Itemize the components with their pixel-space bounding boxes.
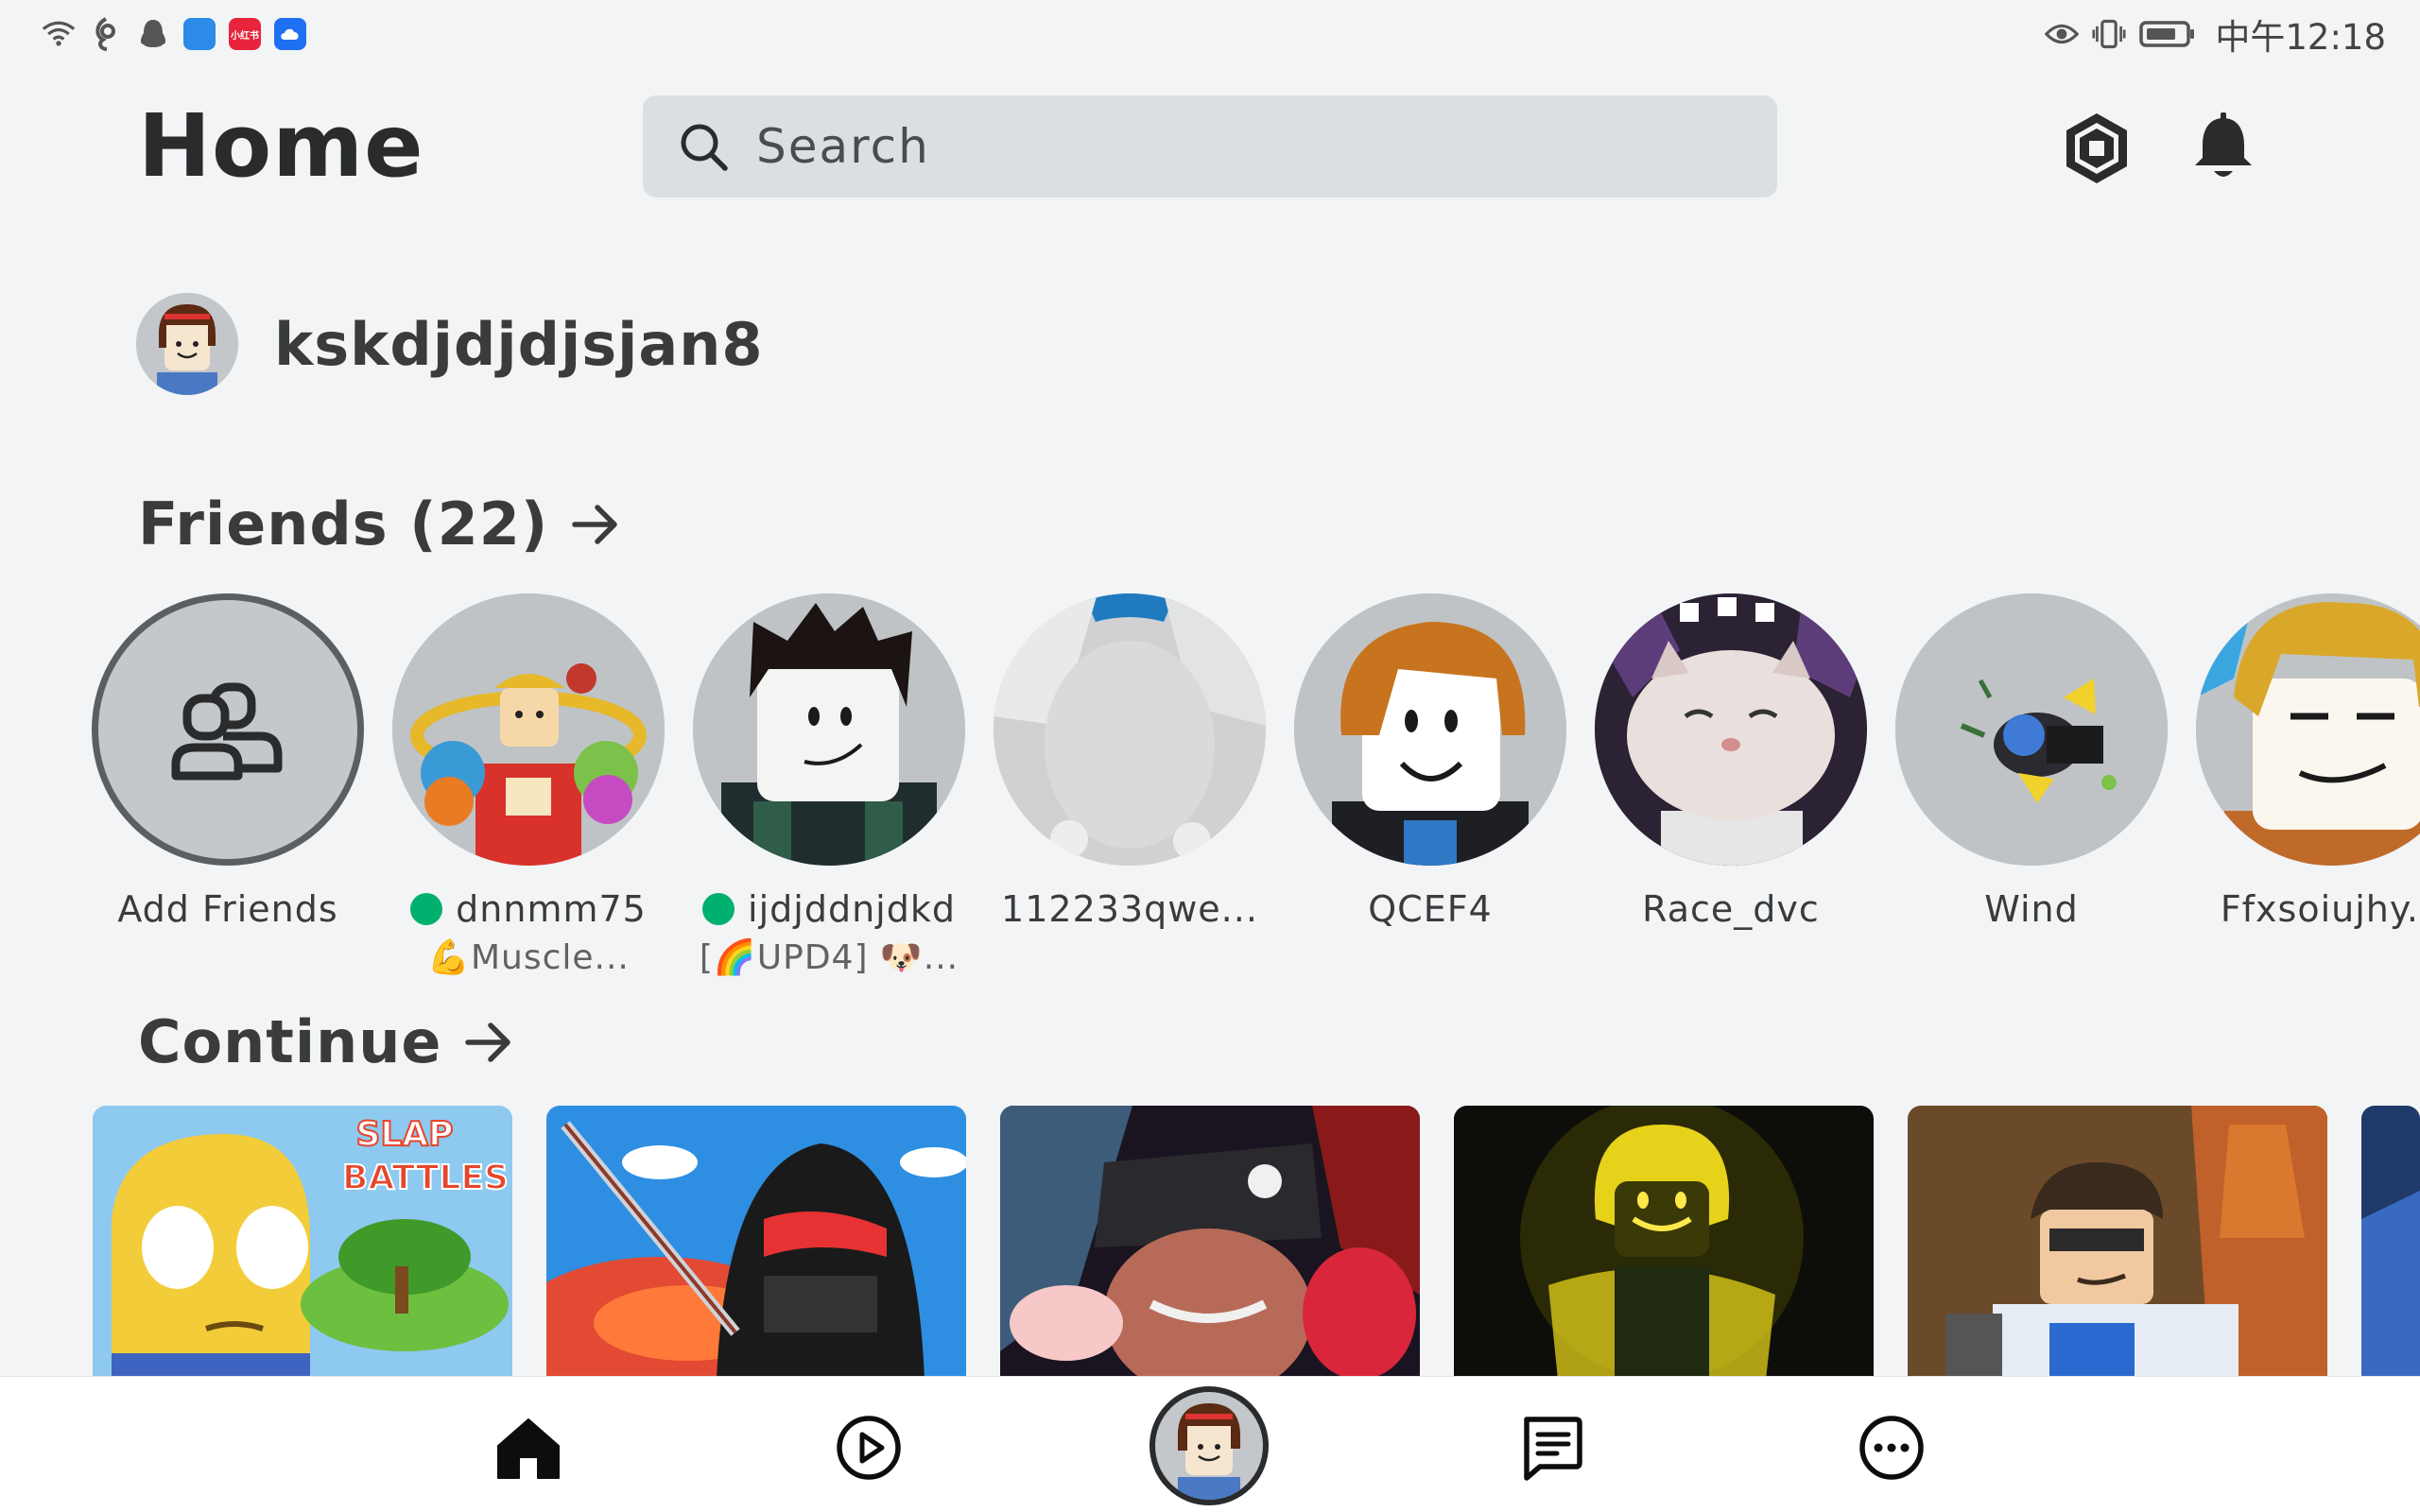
friends-header[interactable]: Friends (22) <box>138 490 622 558</box>
home-icon <box>497 1418 560 1479</box>
game-tile[interactable] <box>2361 1106 2420 1380</box>
app-icon-blue <box>183 18 216 50</box>
page-title: Home <box>138 95 424 197</box>
nav-discover[interactable] <box>817 1396 921 1500</box>
online-indicator <box>410 893 443 925</box>
friend-item[interactable]: 112233qwe... <box>993 593 1267 930</box>
game-tile[interactable] <box>1908 1106 2327 1380</box>
nav-avatar[interactable] <box>1150 1386 1269 1505</box>
game-logo-line-1: SLAP <box>355 1115 453 1154</box>
top-header: Home <box>0 90 2420 203</box>
friend-name: QCEF4 <box>1368 888 1493 930</box>
notification-app-icon <box>89 17 123 51</box>
status-bar: 小红书 中午12:18 <box>0 0 2420 68</box>
battery-icon <box>2139 17 2196 51</box>
robux-icon[interactable] <box>2059 111 2135 186</box>
avatar-icon <box>1155 1392 1263 1500</box>
nav-more[interactable] <box>1840 1396 1944 1500</box>
username: kskdjdjdjsjan8 <box>274 309 764 379</box>
friend-item[interactable]: dnnmm75 💪Muscle... <box>391 593 666 977</box>
game-tile[interactable] <box>1000 1106 1420 1380</box>
friend-item[interactable]: Race_dvc <box>1594 593 1868 930</box>
arrow-right-icon <box>465 1022 511 1062</box>
friend-name: Race_dvc <box>1642 888 1820 930</box>
add-friends-label: Add Friends <box>117 888 338 930</box>
friends-header-label: Friends (22) <box>138 490 549 558</box>
friend-avatar <box>2196 593 2420 866</box>
friend-avatar <box>693 593 965 866</box>
status-time: 中午12:18 <box>2215 17 2386 58</box>
friend-name: ijdjddnjdkd <box>702 888 956 930</box>
friend-name: dnnmm75 <box>410 888 647 930</box>
friend-name: 112233qwe... <box>1001 888 1258 930</box>
bottom-navigation <box>0 1376 2420 1512</box>
app-icon-red: 小红书 <box>229 18 261 50</box>
play-icon <box>837 1416 901 1480</box>
friend-avatar <box>1595 593 1867 866</box>
friend-item[interactable]: Wind <box>1894 593 2169 930</box>
more-icon <box>1859 1416 1924 1480</box>
friend-avatar <box>1895 593 2168 866</box>
wifi-icon <box>42 17 76 51</box>
profile-link[interactable]: kskdjdjdjsjan8 <box>136 293 764 395</box>
friend-name: Ffxsoiujhy... <box>2220 888 2420 930</box>
chat-icon <box>1524 1417 1582 1481</box>
friend-avatar <box>1294 593 1566 866</box>
search-bar[interactable] <box>643 95 1777 198</box>
game-logo-line-2: BATTLES <box>342 1159 509 1197</box>
game-tile[interactable] <box>546 1106 966 1380</box>
online-indicator <box>702 893 735 925</box>
continue-header[interactable]: Continue <box>138 1007 515 1076</box>
friend-item[interactable]: ijdjddnjdkd [🌈UPD4] 🐶... <box>692 593 966 977</box>
friend-name: Wind <box>1984 888 2079 930</box>
bell-icon[interactable] <box>2186 109 2261 184</box>
friend-item[interactable]: Ffxsoiujhy... <box>2195 593 2420 930</box>
search-icon <box>677 120 730 173</box>
friend-status: [🌈UPD4] 🐶... <box>699 938 959 977</box>
nav-home[interactable] <box>476 1396 580 1500</box>
friends-carousel: Add Friends dnnmm75 💪Muscle... ijdjddnjd… <box>0 593 2420 990</box>
add-friends-circle <box>92 593 364 866</box>
vibrate-icon <box>2092 17 2126 51</box>
nav-chat[interactable] <box>1499 1396 1603 1500</box>
game-tile[interactable]: SLAP BATTLES <box>93 1106 512 1380</box>
app-root: 小红书 中午12:18 Home Search kskdjdjdjsjan8 F… <box>0 0 2420 1512</box>
friend-item[interactable]: QCEF4 <box>1293 593 1567 930</box>
friend-status: 💪Muscle... <box>427 938 630 977</box>
game-tile[interactable] <box>1454 1106 1874 1380</box>
add-friends-icon <box>171 682 283 781</box>
avatar <box>136 293 238 395</box>
eye-icon <box>2045 17 2080 51</box>
friend-avatar <box>994 593 1266 866</box>
status-bar-left: 小红书 <box>42 17 306 51</box>
status-bar-right: 中午12:18 <box>2045 9 2386 60</box>
search-input[interactable] <box>756 119 1607 174</box>
add-friends-button[interactable]: Add Friends <box>91 593 365 930</box>
app-icon-cloud <box>274 18 306 50</box>
continue-carousel: SLAP BATTLES <box>0 1106 2420 1380</box>
qq-icon <box>136 17 170 51</box>
arrow-right-icon <box>572 504 617 544</box>
friend-avatar <box>392 593 665 866</box>
continue-header-label: Continue <box>138 1007 442 1076</box>
